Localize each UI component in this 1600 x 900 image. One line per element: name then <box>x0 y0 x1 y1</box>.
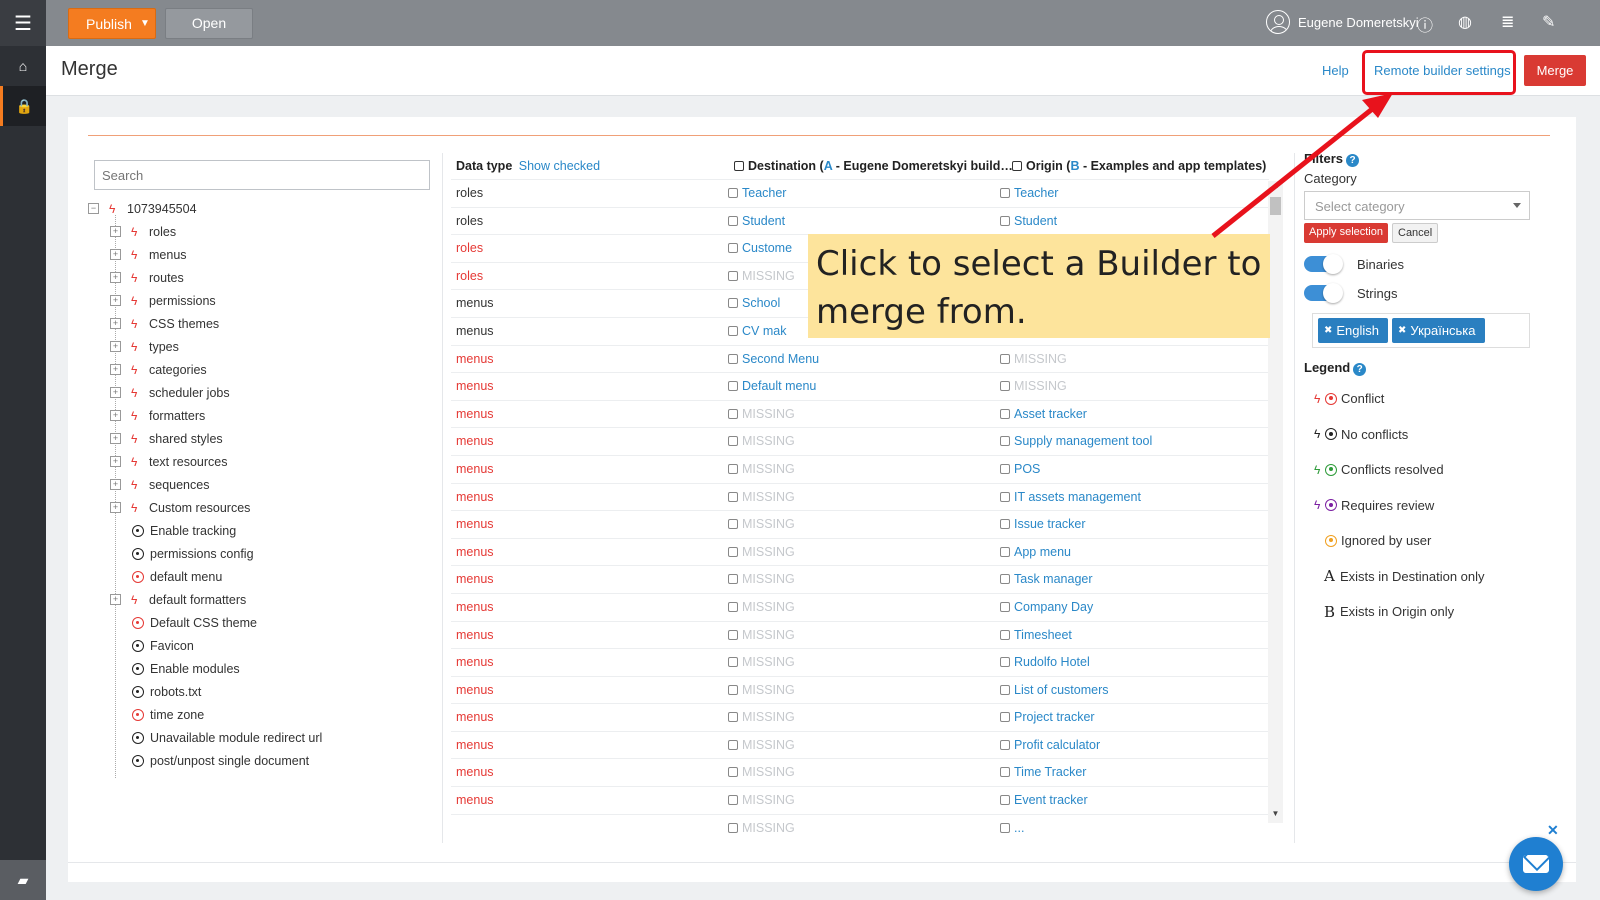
close-icon[interactable]: ✕ <box>1547 822 1559 839</box>
envelope-icon <box>1523 855 1549 873</box>
tutorial-arrow <box>1211 93 1393 238</box>
arrow-line <box>1211 104 1378 238</box>
chat-button[interactable] <box>1509 837 1563 891</box>
